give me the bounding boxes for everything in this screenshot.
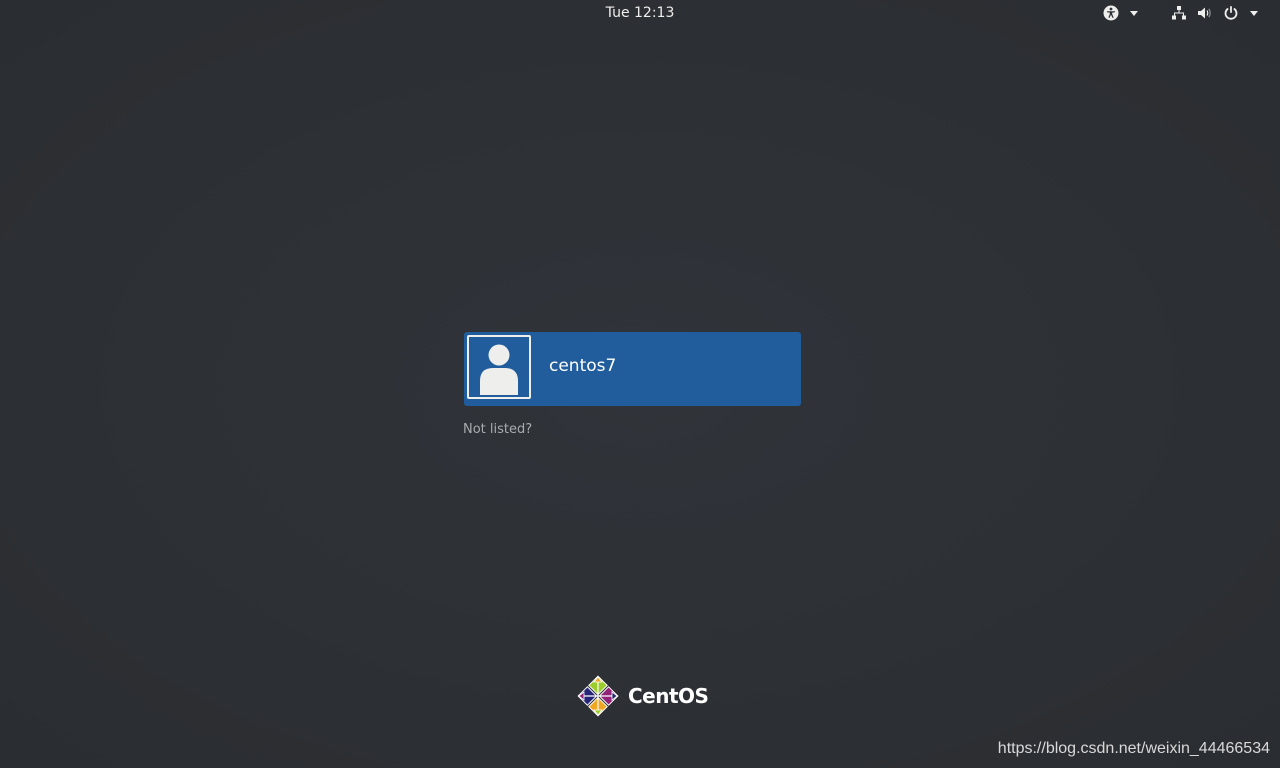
- watermark: https://blog.csdn.net/weixin_44466534: [997, 740, 1270, 757]
- network-wired-icon: [1170, 4, 1188, 22]
- volume-icon: [1196, 4, 1214, 22]
- top-bar: Tue 12:13: [0, 0, 1280, 26]
- system-menu[interactable]: [1170, 4, 1268, 22]
- login-screen: Tue 12:13 centos7 Not listed? CentOS htt…: [0, 0, 1280, 768]
- centos-emblem-icon: [577, 675, 619, 717]
- user-list-item-centos7[interactable]: centos7: [464, 332, 801, 406]
- accessibility-icon: [1102, 4, 1120, 22]
- chevron-down-icon: [1130, 10, 1138, 16]
- centos-logo: CentOS: [576, 674, 709, 718]
- chevron-down-icon: [1250, 10, 1258, 16]
- clock[interactable]: Tue 12:13: [0, 4, 1280, 22]
- accessibility-menu[interactable]: [1102, 4, 1144, 22]
- default-user-avatar-icon: [467, 335, 531, 399]
- power-icon: [1222, 4, 1240, 22]
- logo-text: CentOS: [628, 684, 709, 708]
- user-name: centos7: [549, 356, 617, 376]
- not-listed-link[interactable]: Not listed?: [463, 422, 532, 438]
